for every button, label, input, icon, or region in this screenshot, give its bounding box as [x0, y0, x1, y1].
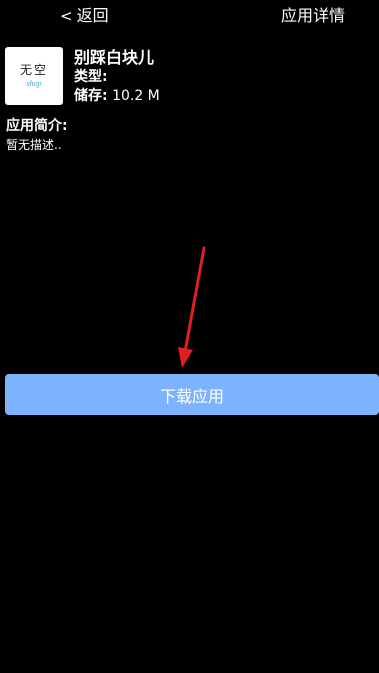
app-storage-row: 储存: 10.2 M [74, 87, 160, 106]
red-arrow-annotation [178, 246, 206, 368]
app-icon-logo-text: 无空 [19, 63, 48, 77]
app-storage-label: 储存: [74, 88, 108, 104]
app-name: 别踩白块儿 [74, 48, 155, 67]
page-title: 应用详情 [280, 6, 345, 25]
app-info: 别踩白块儿 类型: 储存: 10.2 M [74, 48, 160, 106]
back-chevron-icon: < [60, 7, 73, 25]
app-type-label: 类型: [74, 69, 108, 85]
description-title: 应用简介: [6, 118, 68, 134]
back-button[interactable]: < 返回 [60, 6, 109, 26]
app-type-row: 类型: [74, 68, 160, 87]
app-detail-screen: < 返回 应用详情 无空 shop 别踩白块儿 类型: 储存: 10.2 M 应… [0, 0, 379, 673]
back-label: 返回 [76, 6, 109, 25]
arrow-shaft [183, 246, 206, 354]
top-bar: < 返回 应用详情 [0, 0, 379, 34]
arrow-head [178, 347, 193, 368]
app-storage-value: 10.2 M [112, 88, 160, 104]
description-text: 暂无描述.. [6, 138, 62, 152]
app-icon-logo-subtext: shop [26, 79, 42, 88]
download-button[interactable]: 下载应用 [5, 374, 379, 415]
app-icon: 无空 shop [5, 47, 63, 105]
